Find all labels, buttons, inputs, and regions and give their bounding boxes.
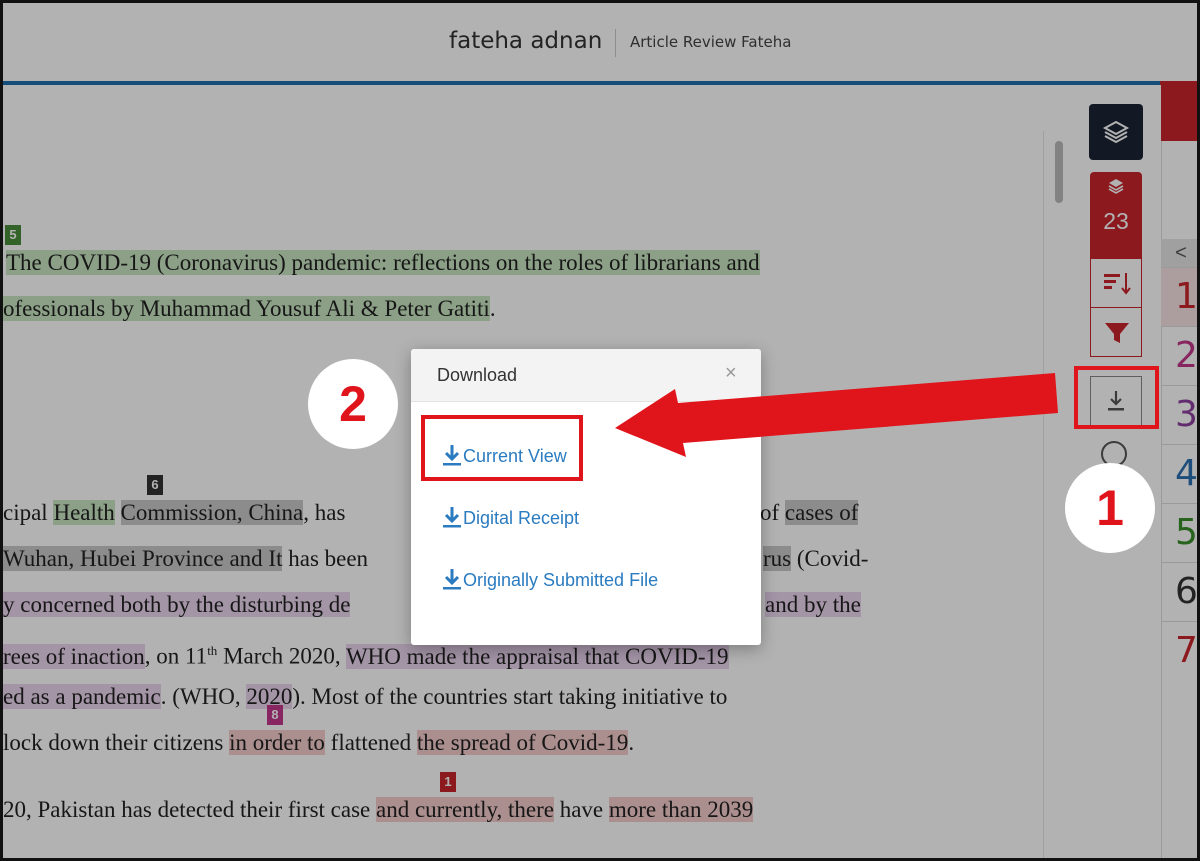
pointer-arrow <box>615 373 1058 457</box>
app-frame: fateha adnan Article Review Fateha 5 The… <box>0 0 1200 861</box>
arrow-shape <box>615 373 1058 457</box>
